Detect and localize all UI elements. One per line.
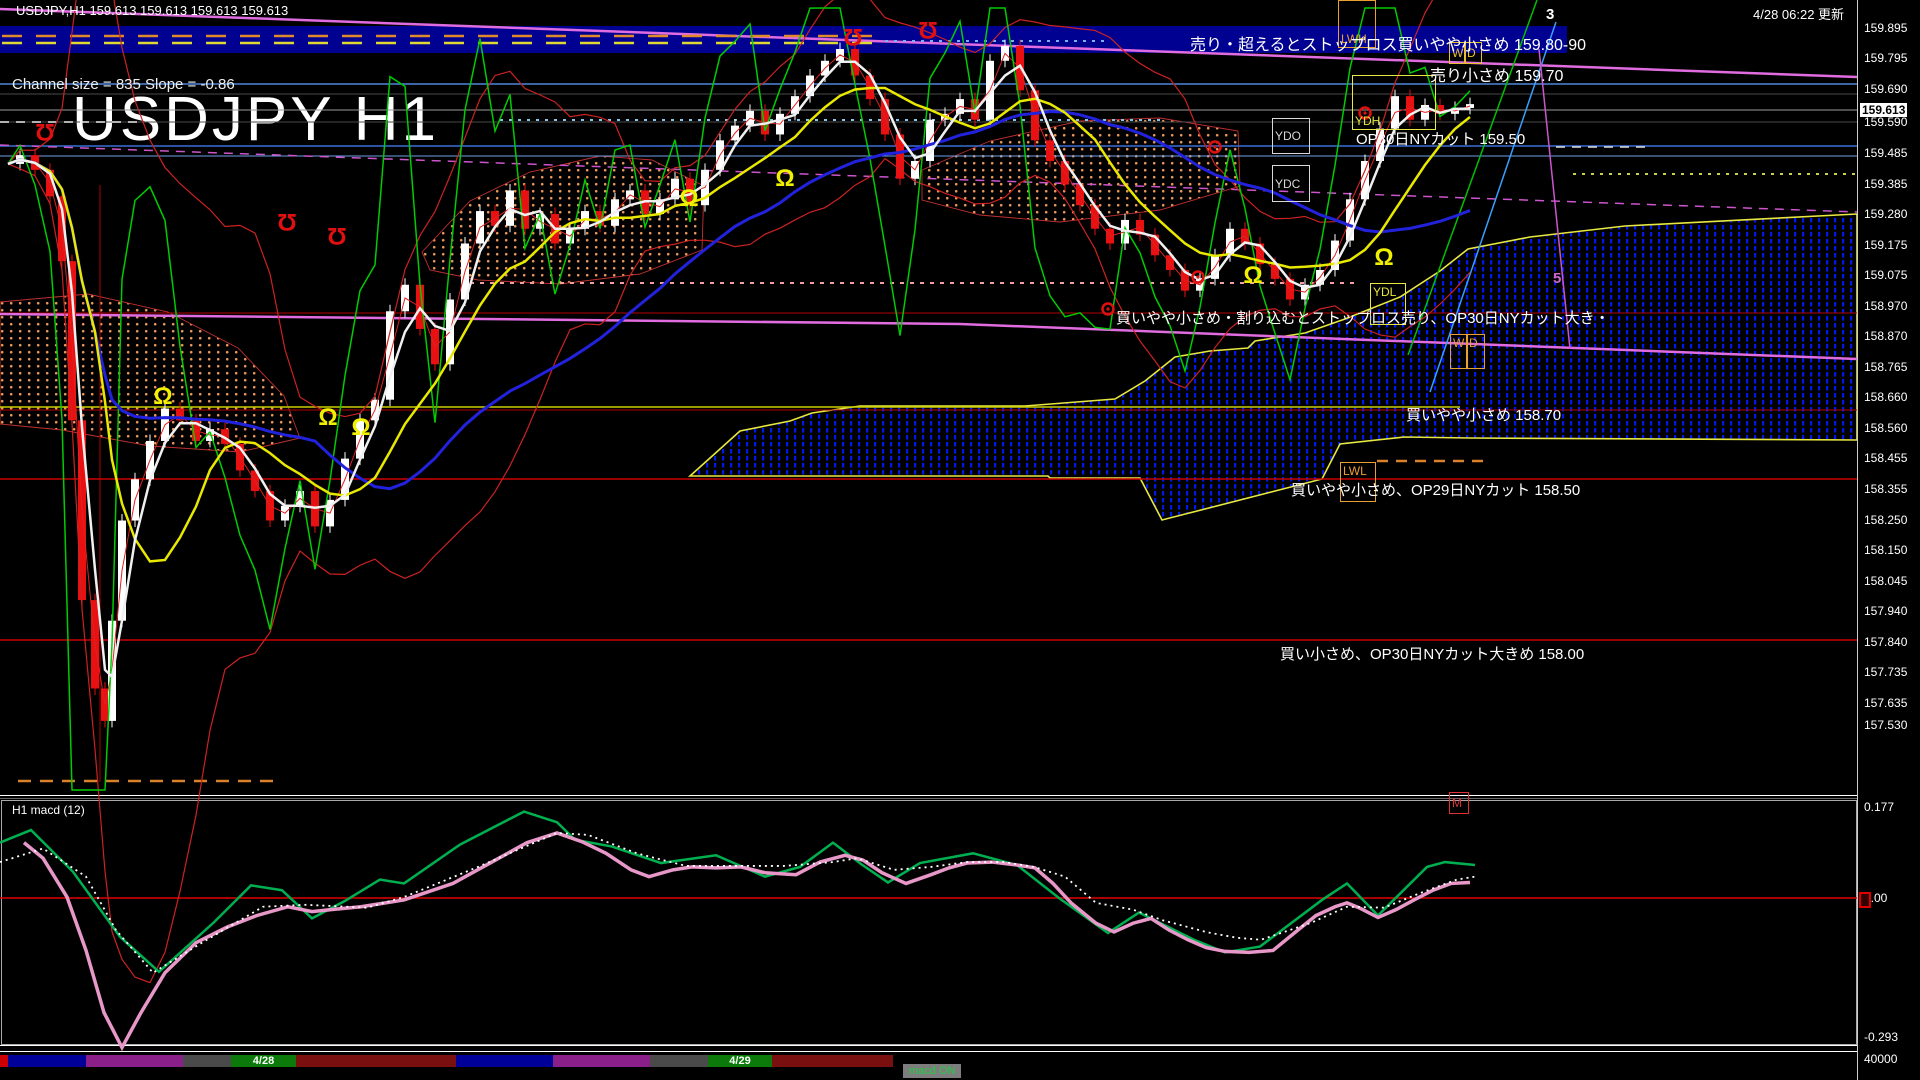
- buy-omega-marker: Ω: [1374, 244, 1393, 271]
- tag-box-label: LWL: [1343, 464, 1367, 478]
- axis-price-label: 159.075: [1864, 268, 1908, 282]
- axis-price-label: 0.177: [1864, 800, 1895, 814]
- sell-omega-marker: Ω: [843, 23, 862, 50]
- level-tag-box: YDH: [1352, 75, 1436, 130]
- order-annotation: OP30日NYカット 159.50: [1356, 131, 1526, 148]
- session-segment: [86, 1055, 183, 1067]
- axis-price-label: 159.690: [1864, 82, 1908, 96]
- buy-omega-marker: Ω: [1243, 262, 1262, 289]
- session-segment: 4/29: [708, 1055, 772, 1067]
- price-axis[interactable]: 159.613 159.895 159.795 159.690 159.590 159.…: [1857, 0, 1920, 1080]
- axis-price-label: 158.150: [1864, 543, 1908, 557]
- macd-zero-tag: [1859, 892, 1871, 908]
- axis-price-label: 159.385: [1864, 177, 1908, 191]
- tag-box-label: YDO: [1275, 129, 1302, 143]
- tag-box-label: YDL: [1373, 285, 1397, 299]
- axis-price-label: -0.293: [1864, 1030, 1899, 1044]
- session-segment: [456, 1055, 553, 1067]
- level-tag-box: YDC: [1272, 165, 1310, 202]
- axis-price-label: 157.635: [1864, 696, 1908, 710]
- tag-box-label: W: [1453, 336, 1465, 350]
- session-date-label: 4/29: [729, 1055, 751, 1067]
- tag-box-label: YDH: [1355, 114, 1381, 128]
- level-tag-box: D: [1466, 334, 1485, 369]
- axis-price-label: 158.250: [1864, 513, 1908, 527]
- axis-price-label: 158.045: [1864, 574, 1908, 588]
- axis-price-label: 159.280: [1864, 207, 1908, 221]
- axis-price-label: 159.895: [1864, 21, 1908, 35]
- axis-price-label: 158.765: [1864, 360, 1908, 374]
- tag-box-label: D: [1469, 336, 1478, 350]
- session-segment: [8, 1055, 86, 1067]
- sell-omega-marker: Ω: [35, 118, 54, 145]
- session-segment: [296, 1055, 456, 1067]
- order-annotation: 売り小さめ 159.70: [1430, 68, 1564, 85]
- axis-price-label: 158.560: [1864, 421, 1908, 435]
- axis-price-label: 159.590: [1864, 115, 1908, 129]
- axis-price-label: 158.970: [1864, 299, 1908, 313]
- sell-omega-marker: Ω: [277, 208, 296, 235]
- level-tag-box: YDO: [1272, 118, 1310, 154]
- tag-box-label: YDC: [1275, 176, 1301, 191]
- session-segment: [0, 1055, 8, 1067]
- session-date-label: 4/28: [252, 1055, 275, 1067]
- wave-count-number: 3: [1546, 6, 1555, 23]
- session-segment: [772, 1055, 893, 1067]
- axis-price-label: 157.940: [1864, 604, 1908, 618]
- buy-omega-marker: Ω: [775, 165, 794, 192]
- channel-info-label: Channel size = 835 Slope = -0.86: [12, 76, 235, 93]
- order-annotation: 買いやや小さめ、OP29日NYカット 158.50: [1291, 482, 1581, 499]
- axis-price-label: 157.735: [1864, 665, 1908, 679]
- level-tag-box: M: [1449, 792, 1469, 814]
- order-annotation: 買いやや小さめ・割り込むとストップロス売り、OP30日NYカット大き・: [1116, 310, 1610, 327]
- axis-price-label: 158.660: [1864, 390, 1908, 404]
- macd-indicator-label: H1 macd (12): [12, 803, 85, 817]
- session-segment: [650, 1055, 708, 1067]
- chart-title: USDJPY,H1 159.613 159.613 159.613 159.61…: [16, 3, 289, 18]
- order-annotation: 買いやや小さめ 158.70: [1406, 407, 1562, 424]
- buy-omega-marker: Ω: [679, 185, 698, 212]
- axis-price-label: 158.455: [1864, 451, 1908, 465]
- last-updated: 4/28 06:22 更新: [1753, 7, 1845, 22]
- axis-price-label: 159.485: [1864, 146, 1908, 160]
- axis-price-label: 158.355: [1864, 482, 1908, 496]
- macd-toggle-button[interactable]: macd ON: [903, 1064, 962, 1078]
- order-annotation: 売り・超えるとストップロス買いやや小さめ 159.80-90: [1190, 37, 1587, 54]
- tag-box-label: M: [1452, 796, 1462, 810]
- axis-price-label: 159.795: [1864, 51, 1908, 65]
- buy-omega-marker: Ω: [351, 414, 370, 441]
- sell-omega-marker: Ω: [327, 222, 346, 249]
- trading-terminal: USDJPY H1 ΩΩΩΩΩΩΩΩΩΩΩΩ USDJPY,H1 159.613…: [0, 0, 1920, 1080]
- session-segment: [893, 1055, 1857, 1067]
- axis-price-label: 157.530: [1864, 718, 1908, 732]
- session-segment: 4/28: [231, 1055, 296, 1067]
- chart-canvas: ΩΩ ΩΩΩΩΩΩΩΩΩ Ω: [0, 0, 1857, 1052]
- axis-price-label: 158.870: [1864, 329, 1908, 343]
- current-price-tag: 159.613: [1860, 103, 1908, 117]
- macd-main-green: [0, 810, 1476, 974]
- sell-omega-marker: Ω: [918, 16, 937, 43]
- axis-price-label: 159.175: [1864, 238, 1908, 252]
- session-segment: [553, 1055, 650, 1067]
- buy-omega-marker: Ω: [318, 404, 337, 431]
- wave-count-number: 5: [1553, 270, 1562, 287]
- axis-price-label: 157.840: [1864, 635, 1908, 649]
- macd-curves: [0, 810, 1476, 1052]
- session-segment: [183, 1055, 231, 1067]
- buy-omega-marker: Ω: [153, 383, 172, 410]
- order-annotation: 買い小さめ、OP30日NYカット大きめ 158.00: [1280, 646, 1585, 663]
- axis-price-label: 40000: [1864, 1052, 1898, 1066]
